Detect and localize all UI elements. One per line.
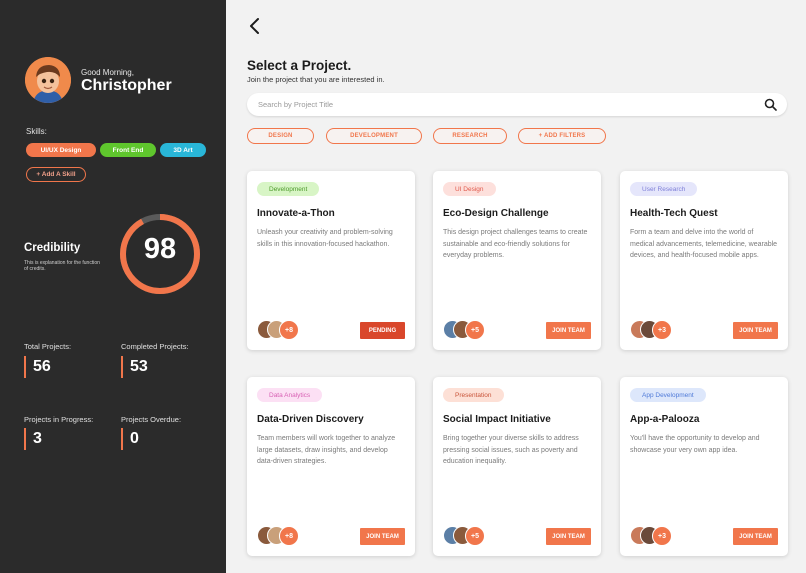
stat-value-in-progress: 3: [24, 428, 42, 450]
avatar[interactable]: [25, 57, 71, 103]
project-card[interactable]: App Development App-a-Palooza You'll hav…: [620, 377, 788, 556]
project-description: Form a team and delve into the world of …: [630, 229, 778, 259]
stat-label-in-progress: Projects in Progress:: [24, 415, 94, 424]
project-tag: App Development: [630, 388, 706, 402]
credibility-title: Credibility: [24, 242, 81, 254]
project-tag: Data Analytics: [257, 388, 323, 402]
skill-chip-3dart[interactable]: 3D Art: [160, 143, 206, 157]
project-title: App-a-Palooza: [630, 414, 700, 425]
add-filters-button[interactable]: + ADD FILTERS: [518, 128, 606, 144]
more-members-badge: +3: [652, 526, 672, 546]
project-tag: User Research: [630, 182, 698, 196]
team-avatars: +5: [443, 526, 503, 546]
filter-development[interactable]: DEVELOPMENT: [326, 128, 422, 144]
stat-label-total: Total Projects:: [24, 342, 72, 351]
project-card[interactable]: Development Innovate-a-Thon Unleash your…: [247, 171, 415, 350]
stat-value-overdue: 0: [121, 428, 139, 450]
credibility-description: This is explanation for the function of …: [24, 260, 100, 272]
project-description: You'll have the opportunity to develop a…: [630, 435, 760, 454]
skill-chip-frontend[interactable]: Front End: [100, 143, 156, 157]
team-avatars: +3: [630, 526, 690, 546]
project-title: Innovate-a-Thon: [257, 208, 335, 219]
join-team-button[interactable]: JOIN TEAM: [546, 322, 591, 339]
project-title: Eco-Design Challenge: [443, 208, 549, 219]
pending-button[interactable]: PENDING: [360, 322, 405, 339]
project-tag: Development: [257, 182, 320, 196]
sidebar: Good Morning, Christopher Skills: UI/UX …: [0, 0, 226, 573]
project-title: Data-Driven Discovery: [257, 414, 364, 425]
project-tag: Presentation: [443, 388, 504, 402]
filter-design[interactable]: DESIGN: [247, 128, 314, 144]
project-card[interactable]: Presentation Social Impact Initiative Br…: [433, 377, 601, 556]
join-team-button[interactable]: JOIN TEAM: [360, 528, 405, 545]
back-arrow-icon[interactable]: [247, 17, 263, 35]
search-input[interactable]: Search by Project Title: [258, 100, 333, 109]
team-avatars: +5: [443, 320, 503, 340]
project-card[interactable]: User Research Health-Tech Quest Form a t…: [620, 171, 788, 350]
team-avatars: +3: [630, 320, 690, 340]
project-card[interactable]: UI Design Eco-Design Challenge This desi…: [433, 171, 601, 350]
join-team-button[interactable]: JOIN TEAM: [733, 322, 778, 339]
more-members-badge: +3: [652, 320, 672, 340]
search-bar[interactable]: Search by Project Title: [247, 93, 787, 116]
join-team-button[interactable]: JOIN TEAM: [546, 528, 591, 545]
project-description: Team members will work together to analy…: [257, 435, 396, 465]
project-title: Social Impact Initiative: [443, 414, 551, 425]
greeting-text: Good Morning,: [81, 68, 134, 77]
filter-research[interactable]: RESEARCH: [433, 128, 507, 144]
add-skill-button[interactable]: + Add A Skill: [26, 167, 86, 182]
stat-value-total: 56: [24, 356, 51, 378]
more-members-badge: +8: [279, 320, 299, 340]
project-title: Health-Tech Quest: [630, 208, 718, 219]
project-description: Bring together your diverse skills to ad…: [443, 435, 579, 465]
page-title: Select a Project.: [247, 58, 352, 73]
search-icon[interactable]: [764, 98, 777, 111]
avatar-illustration-icon: [25, 57, 71, 103]
project-description: Unleash your creativity and problem-solv…: [257, 229, 393, 248]
project-tag: UI Design: [443, 182, 496, 196]
user-name: Christopher: [81, 77, 172, 94]
credibility-score: 98: [143, 233, 177, 265]
join-team-button[interactable]: JOIN TEAM: [733, 528, 778, 545]
skill-chip-uiux[interactable]: UI/UX Design: [26, 143, 96, 157]
more-members-badge: +5: [465, 320, 485, 340]
stat-label-completed: Completed Projects:: [121, 342, 189, 351]
project-card[interactable]: Data Analytics Data-Driven Discovery Tea…: [247, 377, 415, 556]
stat-value-completed: 53: [121, 356, 148, 378]
team-avatars: +8: [257, 320, 317, 340]
stat-label-overdue: Projects Overdue:: [121, 415, 182, 424]
more-members-badge: +8: [279, 526, 299, 546]
skills-label: Skills:: [26, 127, 47, 136]
page-subtitle: Join the project that you are interested…: [247, 75, 385, 84]
project-description: This design project challenges teams to …: [443, 229, 588, 259]
team-avatars: +8: [257, 526, 317, 546]
more-members-badge: +5: [465, 526, 485, 546]
